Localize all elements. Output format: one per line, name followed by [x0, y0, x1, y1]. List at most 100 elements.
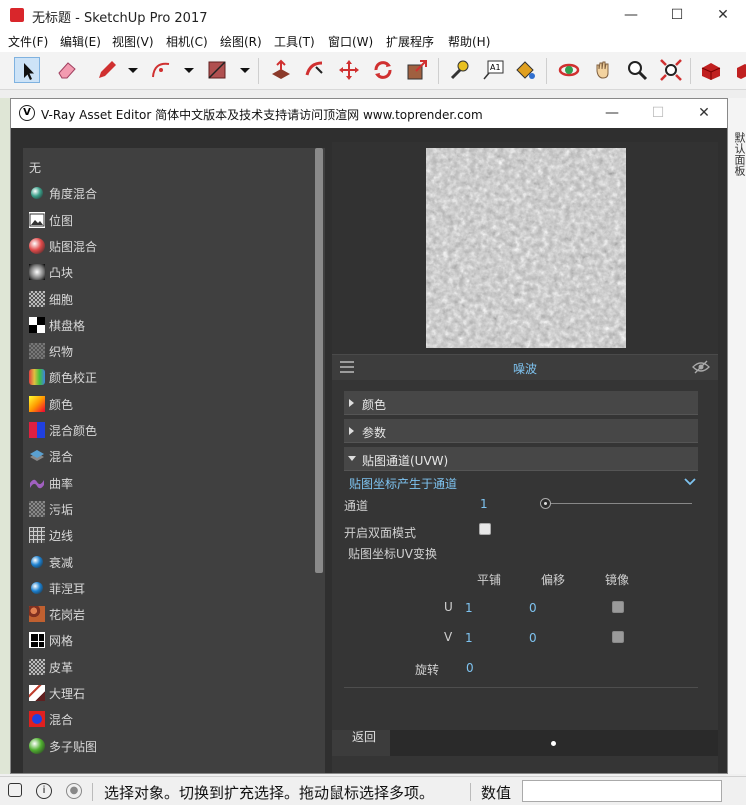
cellular-icon: [29, 290, 45, 307]
section-uvw[interactable]: 贴图通道(UVW): [344, 447, 698, 471]
texture-list-scrollbar[interactable]: [315, 148, 323, 573]
pencil-icon[interactable]: [94, 57, 120, 83]
uvw-mode-select[interactable]: 贴图坐标产生于通道: [349, 475, 457, 492]
maximize-button[interactable]: ☐: [654, 0, 700, 30]
move-icon[interactable]: [336, 57, 362, 83]
grid-icon: [29, 632, 45, 649]
texture-type-item[interactable]: 大理石: [23, 680, 313, 706]
page-indicator-dot[interactable]: [551, 741, 556, 746]
chevron-down-icon[interactable]: [684, 478, 696, 486]
value-input[interactable]: [522, 780, 722, 802]
menu-help[interactable]: 帮助(H): [448, 33, 490, 50]
channel-slider-knob[interactable]: [539, 498, 551, 509]
texture-type-item[interactable]: 织物: [23, 338, 313, 364]
select-icon[interactable]: [14, 57, 40, 83]
texture-type-item[interactable]: 颜色校正: [23, 364, 313, 390]
zoom-extents-icon[interactable]: [658, 57, 684, 83]
texture-type-item[interactable]: 混合: [23, 443, 313, 469]
texture-type-item[interactable]: 位图: [23, 207, 313, 233]
texture-type-item[interactable]: 无: [23, 154, 313, 180]
texture-type-item[interactable]: 多子贴图: [23, 733, 313, 759]
warehouse-icon[interactable]: [698, 57, 724, 83]
vray-window-title: V-Ray Asset Editor 简体中文版本及技术支持请访问顶渲网 www…: [41, 108, 483, 122]
chevron-right-icon: [349, 399, 354, 407]
pan-icon[interactable]: [590, 57, 616, 83]
texture-type-item[interactable]: 混合: [23, 706, 313, 732]
channel-slider-track[interactable]: [542, 503, 692, 504]
follow-me-icon[interactable]: [302, 57, 328, 83]
eye-hidden-icon[interactable]: [692, 360, 710, 374]
minimize-button[interactable]: —: [608, 0, 654, 30]
scale-icon[interactable]: [404, 57, 430, 83]
texture-type-item[interactable]: 凸块: [23, 259, 313, 285]
text-icon[interactable]: A1: [480, 57, 506, 83]
texture-name[interactable]: 噪波: [332, 360, 718, 377]
texture-type-item[interactable]: 细胞: [23, 286, 313, 312]
info-icon[interactable]: i: [36, 783, 52, 799]
texture-type-item[interactable]: 网格: [23, 627, 313, 653]
texture-type-label: 大理石: [49, 687, 86, 701]
menu-edit[interactable]: 编辑(E): [60, 33, 101, 50]
orbit-icon[interactable]: [556, 57, 582, 83]
v-tile-value[interactable]: 1: [465, 631, 473, 645]
user-icon[interactable]: ●: [66, 783, 82, 799]
texture-type-label: 棋盘格: [49, 318, 86, 333]
section-color[interactable]: 颜色: [344, 391, 698, 415]
geo-location-icon[interactable]: [8, 783, 22, 797]
menu-extensions[interactable]: 扩展程序: [386, 33, 434, 50]
extension-icon[interactable]: [730, 57, 746, 83]
close-button[interactable]: ✕: [700, 0, 746, 30]
paint-bucket-icon[interactable]: [512, 57, 538, 83]
menu-draw[interactable]: 绘图(R): [220, 33, 262, 50]
vray-maximize-button[interactable]: ☐: [635, 99, 681, 128]
menu-view[interactable]: 视图(V): [112, 33, 154, 50]
v-offset-value[interactable]: 0: [529, 631, 537, 645]
texture-type-item[interactable]: 曲率: [23, 470, 313, 496]
section-parameters[interactable]: 参数: [344, 419, 698, 443]
texture-type-item[interactable]: 花岗岩: [23, 601, 313, 627]
vray-close-button[interactable]: ✕: [681, 99, 727, 128]
color-icon: [29, 395, 45, 412]
chevron-down-icon[interactable]: [120, 57, 138, 83]
menu-tools[interactable]: 工具(T): [274, 33, 315, 50]
texture-type-item[interactable]: 角度混合: [23, 180, 313, 206]
push-pull-icon[interactable]: [268, 57, 294, 83]
texture-type-label: 皮革: [49, 660, 74, 675]
texture-type-item[interactable]: 污垢: [23, 496, 313, 522]
texture-type-item[interactable]: 衰减: [23, 549, 313, 575]
texture-type-item[interactable]: 混合颜色: [23, 417, 313, 443]
zoom-icon[interactable]: [624, 57, 650, 83]
u-offset-value[interactable]: 0: [529, 601, 537, 615]
v-axis-label: V: [444, 630, 453, 644]
vray-minimize-button[interactable]: —: [589, 99, 635, 128]
back-button[interactable]: 返回: [332, 730, 390, 756]
default-tray-label[interactable]: 默认面板: [731, 132, 746, 176]
texture-type-item[interactable]: 菲涅耳: [23, 575, 313, 601]
rotate-label: 旋转: [415, 663, 440, 677]
u-tile-value[interactable]: 1: [465, 601, 473, 615]
eraser-icon[interactable]: [54, 57, 80, 83]
texture-type-label: 织物: [49, 345, 74, 360]
v-mirror-checkbox[interactable]: [612, 631, 624, 643]
tape-measure-icon[interactable]: [446, 57, 472, 83]
double-sided-checkbox[interactable]: [479, 523, 491, 535]
rotate-value[interactable]: 0: [466, 661, 474, 675]
texture-type-item[interactable]: 边线: [23, 522, 313, 548]
menu-camera[interactable]: 相机(C): [166, 33, 208, 50]
chevron-down-icon[interactable]: [232, 57, 250, 83]
menu-file[interactable]: 文件(F): [8, 33, 48, 50]
rectangle-icon[interactable]: [204, 57, 230, 83]
editor-footer: 返回: [332, 730, 718, 756]
texture-type-item[interactable]: 颜色: [23, 391, 313, 417]
multi-sub-icon: [29, 737, 45, 754]
menu-window[interactable]: 窗口(W): [328, 33, 373, 50]
chevron-down-icon[interactable]: [176, 57, 194, 83]
arc-icon[interactable]: [148, 57, 174, 83]
texture-type-item[interactable]: 棋盘格: [23, 312, 313, 338]
texture-type-item[interactable]: 贴图混合: [23, 233, 313, 259]
rotate-icon[interactable]: [370, 57, 396, 83]
texture-type-label: 多子贴图: [49, 739, 98, 754]
texture-type-item[interactable]: 皮革: [23, 654, 313, 680]
u-mirror-checkbox[interactable]: [612, 601, 624, 613]
channel-value[interactable]: 1: [480, 497, 488, 511]
